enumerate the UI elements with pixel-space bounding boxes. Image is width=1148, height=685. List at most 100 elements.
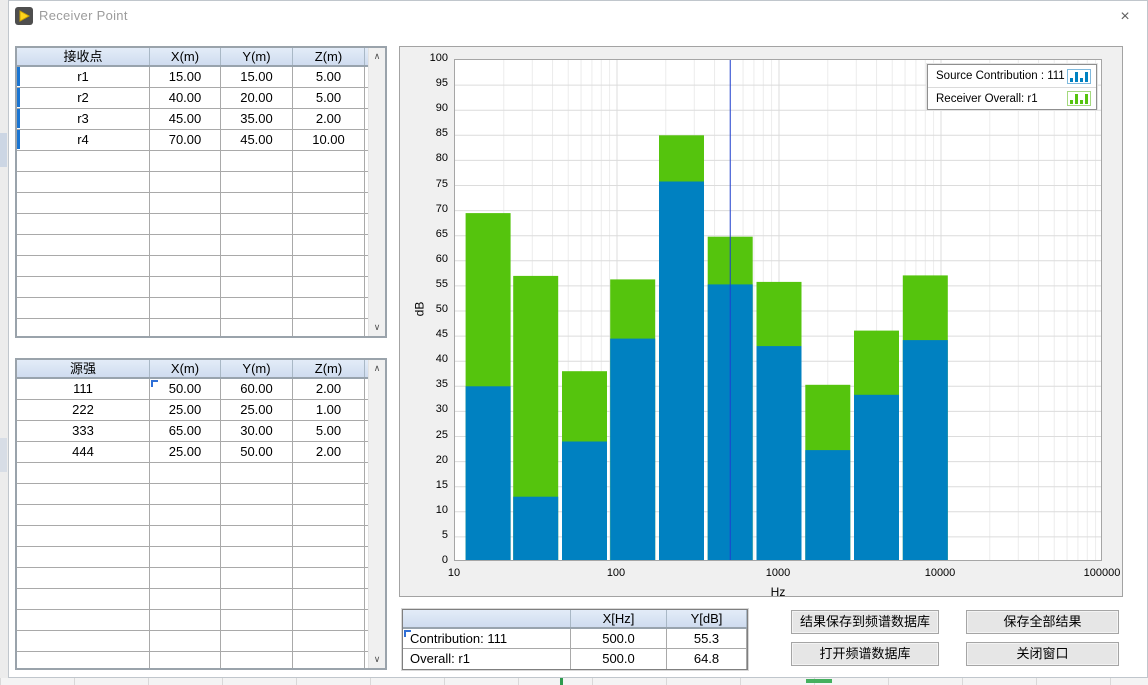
close-icon[interactable]: × xyxy=(1111,6,1139,28)
y-tick-label: 85 xyxy=(400,127,448,139)
table-cell[interactable]: 45.00 xyxy=(221,130,293,150)
empty-row xyxy=(17,193,368,214)
source-row-2[interactable]: 33365.0030.005.00 xyxy=(17,421,368,442)
empty-row xyxy=(17,151,368,172)
table-cell[interactable]: 25.00 xyxy=(150,442,221,462)
legend-label-contribution: Source Contribution : 111 xyxy=(936,70,1067,82)
table-cell[interactable]: r1 xyxy=(17,67,150,87)
table-cell xyxy=(293,463,365,483)
table-cell[interactable]: 111 xyxy=(17,379,150,399)
cursor-table-row-1[interactable]: Overall: r1500.064.8 xyxy=(403,649,747,669)
bar-contribution-4000hz[interactable] xyxy=(854,395,899,561)
close-window-button[interactable]: 关闭窗口 xyxy=(966,642,1119,666)
y-tick-label: 10 xyxy=(400,504,448,516)
receiver-row-3[interactable]: r470.0045.0010.00 xyxy=(17,130,368,151)
table-cell[interactable]: 70.00 xyxy=(150,130,221,150)
bar-contribution-8000hz[interactable] xyxy=(903,340,948,561)
scroll-up-icon[interactable]: ∧ xyxy=(369,360,385,377)
source-row-1[interactable]: 22225.0025.001.00 xyxy=(17,400,368,421)
scroll-up-icon[interactable]: ∧ xyxy=(369,48,385,65)
bar-contribution-63hz[interactable] xyxy=(562,442,607,562)
table-cell xyxy=(221,589,293,609)
table-cell[interactable]: 25.00 xyxy=(221,400,293,420)
table-cell[interactable]: 222 xyxy=(17,400,150,420)
table-cell xyxy=(150,547,221,567)
table-cell xyxy=(221,526,293,546)
table-cell[interactable]: 333 xyxy=(17,421,150,441)
receiver-header-1: X(m) xyxy=(150,48,221,65)
save-to-spectrum-db-button[interactable]: 结果保存到频谱数据库 xyxy=(791,610,939,634)
bar-contribution-125hz[interactable] xyxy=(610,339,655,561)
bar-contribution-16hz[interactable] xyxy=(466,386,511,561)
save-all-results-button[interactable]: 保存全部结果 xyxy=(966,610,1119,634)
table-cell xyxy=(293,610,365,630)
table-cell[interactable]: 30.00 xyxy=(221,421,293,441)
scroll-down-icon[interactable]: ∨ xyxy=(369,319,385,336)
table-cell[interactable]: 45.00 xyxy=(150,109,221,129)
table-cell xyxy=(293,589,365,609)
legend-label-overall: Receiver Overall: r1 xyxy=(936,93,1067,105)
table-cell[interactable]: r3 xyxy=(17,109,150,129)
receiver-row-0[interactable]: r115.0015.005.00 xyxy=(17,67,368,88)
table-cell xyxy=(221,505,293,525)
receiver-row-2[interactable]: r345.0035.002.00 xyxy=(17,109,368,130)
table-cell xyxy=(221,193,293,213)
scroll-down-icon[interactable]: ∨ xyxy=(369,651,385,668)
table-cell[interactable]: 65.00 xyxy=(150,421,221,441)
empty-row xyxy=(17,463,368,484)
plot-area[interactable] xyxy=(454,59,1102,561)
empty-row xyxy=(17,319,368,336)
cursor-table-header-0 xyxy=(403,610,571,627)
table-cell[interactable]: 20.00 xyxy=(221,88,293,108)
table-cell xyxy=(221,172,293,192)
table-cell[interactable]: 5.00 xyxy=(293,421,365,441)
empty-row xyxy=(17,505,368,526)
table-cell[interactable]: 50.00 xyxy=(150,379,221,399)
table-cell[interactable]: 1.00 xyxy=(293,400,365,420)
cursor-table-row-0[interactable]: Contribution: 111500.055.3 xyxy=(403,629,747,649)
table-cell xyxy=(150,631,221,651)
table-cell[interactable]: 15.00 xyxy=(221,67,293,87)
vertical-scrollbar[interactable]: ∧∨ xyxy=(368,48,385,336)
bar-contribution-2000hz[interactable] xyxy=(805,450,850,561)
table-cell[interactable]: 15.00 xyxy=(150,67,221,87)
table-cell[interactable]: 5.00 xyxy=(293,67,365,87)
table-cell xyxy=(17,589,150,609)
table-cell xyxy=(17,319,150,336)
bar-contribution-250hz[interactable] xyxy=(659,182,704,562)
source-row-3[interactable]: 44425.0050.002.00 xyxy=(17,442,368,463)
cursor-table-header-2: Y[dB] xyxy=(667,610,747,627)
y-tick-label: 45 xyxy=(400,328,448,340)
receiver-row-1[interactable]: r240.0020.005.00 xyxy=(17,88,368,109)
table-cell[interactable]: r4 xyxy=(17,130,150,150)
table-cell[interactable]: 2.00 xyxy=(293,379,365,399)
bar-contribution-31.5hz[interactable] xyxy=(513,497,558,561)
table-cell xyxy=(150,193,221,213)
table-cell xyxy=(293,631,365,651)
table-cell[interactable]: 35.00 xyxy=(221,109,293,129)
table-cell[interactable]: r2 xyxy=(17,88,150,108)
window-title: Receiver Point xyxy=(39,8,128,23)
table-cell xyxy=(17,652,150,668)
table-cell[interactable]: 2.00 xyxy=(293,109,365,129)
x-tick-label: 100000 xyxy=(1062,567,1142,579)
source-row-0[interactable]: 11150.0060.002.00 xyxy=(17,379,368,400)
table-cell[interactable]: 444 xyxy=(17,442,150,462)
table-cell[interactable]: 40.00 xyxy=(150,88,221,108)
bar-contribution-1000hz[interactable] xyxy=(757,346,802,561)
y-tick-label: 30 xyxy=(400,403,448,415)
table-cell[interactable]: 50.00 xyxy=(221,442,293,462)
table-cell[interactable]: 25.00 xyxy=(150,400,221,420)
table-cell[interactable]: 2.00 xyxy=(293,442,365,462)
legend-entry-contribution[interactable]: Source Contribution : 111 xyxy=(928,65,1096,87)
background-window-left-strip xyxy=(0,0,8,685)
table-cell xyxy=(150,277,221,297)
open-spectrum-db-button[interactable]: 打开频谱数据库 xyxy=(791,642,939,666)
table-cell xyxy=(293,298,365,318)
legend-entry-overall[interactable]: Receiver Overall: r1 xyxy=(928,87,1096,109)
table-cell[interactable]: 60.00 xyxy=(221,379,293,399)
table-cell[interactable]: 10.00 xyxy=(293,130,365,150)
vertical-scrollbar[interactable]: ∧∨ xyxy=(368,360,385,668)
table-cell[interactable]: 5.00 xyxy=(293,88,365,108)
app-icon xyxy=(15,7,33,25)
